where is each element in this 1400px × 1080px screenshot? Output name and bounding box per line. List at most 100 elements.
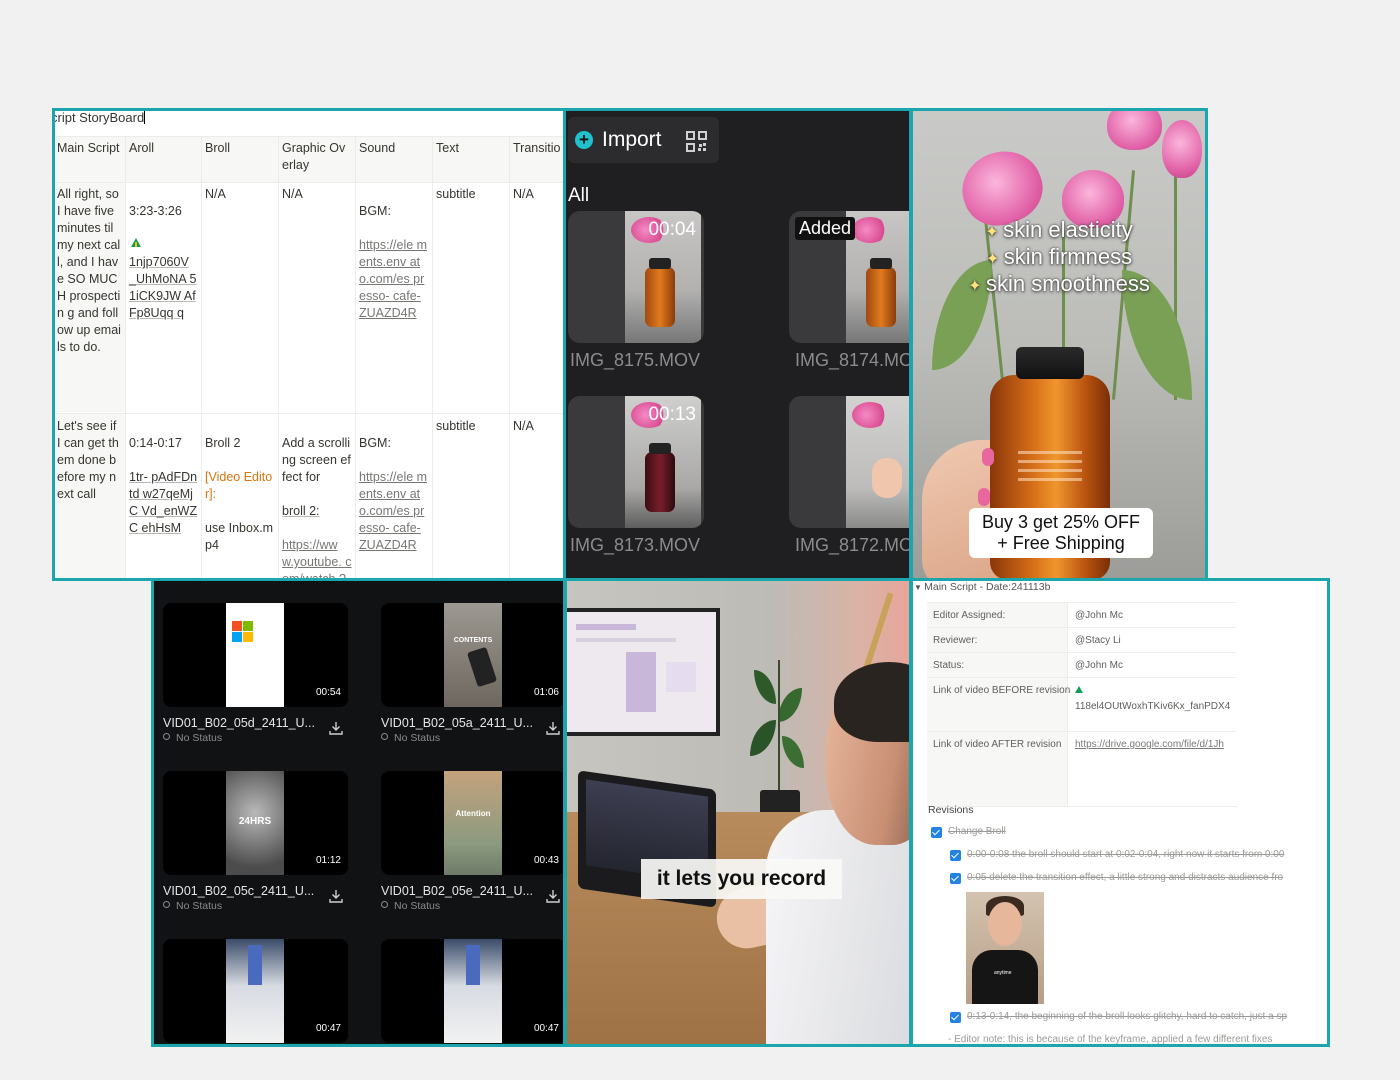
- property-value[interactable]: @John Mc: [1069, 653, 1129, 678]
- editor-note: - Editor note: this is because of the ke…: [948, 1034, 1273, 1044]
- video-title[interactable]: VID01_B02_05a_2411_U...: [381, 716, 533, 730]
- google-drive-icon: [1075, 686, 1083, 693]
- reference-screenshot[interactable]: anytime: [966, 892, 1044, 1004]
- property-value[interactable]: @Stacy Li: [1069, 628, 1127, 653]
- video-status: No Status: [381, 900, 440, 912]
- row2-main-script[interactable]: Let's see if I can get them done before …: [54, 414, 125, 578]
- thumbnail-image: Attention: [444, 771, 502, 875]
- row1-sound[interactable]: BGM: https://ele ments.env ato.com/es pr…: [356, 182, 432, 343]
- storyboard-title[interactable]: cript StoryBoard: [54, 110, 146, 132]
- property-value[interactable]: 118el4OUtWoxhTKiv6Kx_fanPDX4: [1069, 678, 1236, 719]
- column-header-text[interactable]: Text: [433, 136, 509, 182]
- clip-thumbnail[interactable]: 00:04: [568, 211, 704, 343]
- tulip-flower: [1107, 110, 1162, 150]
- clip-filename: IMG_8173.MOV: [570, 535, 701, 555]
- fingernail: [982, 448, 994, 466]
- todo-item[interactable]: 0:13-0:14, the beginning of the broll lo…: [967, 1011, 1287, 1022]
- thumbnail-image: [226, 603, 284, 707]
- import-button[interactable]: + Import: [568, 117, 719, 163]
- checkbox-checked[interactable]: [931, 827, 942, 838]
- clip-filename: IMG_8172.MO: [795, 535, 910, 555]
- todo-item[interactable]: 0:00-0:08 the broll should start at 0:02…: [967, 849, 1284, 860]
- column-header-main-script[interactable]: Main Script: [54, 136, 125, 182]
- status-circle-icon: [163, 901, 170, 908]
- column-divider: [278, 136, 279, 578]
- row2-sound-link[interactable]: https://ele ments.env ato.com/es presso-…: [359, 469, 429, 554]
- clip-filename: IMG_8175.MOV: [570, 350, 701, 370]
- before-link[interactable]: 118el4OUtWoxhTKiv6Kx_fanPDX4: [1075, 701, 1230, 712]
- row2-broll[interactable]: Broll 2 [Video Editor]: use Inbox.mp4: [202, 414, 278, 575]
- clip-preview: [846, 211, 910, 343]
- filter-all-tab[interactable]: All: [568, 185, 589, 207]
- download-icon[interactable]: [546, 889, 560, 903]
- row2-aroll-link[interactable]: 1tr- pAdFDntd w27qeMjC Vd_enWZC ehHsM: [129, 469, 198, 537]
- video-duration: 01:12: [315, 855, 341, 866]
- row2-broll-instruction: use Inbox.mp4: [205, 521, 274, 552]
- video-thumbnail[interactable]: 24HRS 01:12: [163, 771, 348, 875]
- download-icon[interactable]: [546, 721, 560, 735]
- video-title[interactable]: VID01_B02_05c_2411_U...: [163, 884, 314, 898]
- row2-graphic[interactable]: Add a scrolling screen effect for broll …: [279, 414, 355, 578]
- column-divider: [432, 136, 433, 578]
- video-title[interactable]: VID01_B02_05e_2411_U...: [381, 884, 533, 898]
- fingernail: [978, 488, 990, 506]
- checkbox-checked[interactable]: [950, 1012, 961, 1023]
- column-header-broll[interactable]: Broll: [202, 136, 278, 182]
- column-header-graphic-overlay[interactable]: Graphic Overlay: [279, 136, 355, 182]
- offer-discount: Buy 3 get 25% OFF: [981, 512, 1141, 532]
- clip-thumbnail[interactable]: 00:13: [568, 396, 704, 528]
- checkbox-checked[interactable]: [950, 873, 961, 884]
- row-divider: [54, 413, 564, 414]
- row1-main-script[interactable]: All right, so I have five minutes til my…: [54, 182, 125, 412]
- offer-shipping: + Free Shipping: [997, 533, 1125, 553]
- row1-transition[interactable]: N/A: [510, 182, 564, 207]
- property-row: Reviewer: @Stacy Li: [927, 627, 1237, 652]
- row1-sound-link[interactable]: https://ele ments.env ato.com/es presso-…: [359, 237, 429, 322]
- video-thumbnail[interactable]: 00:47: [163, 939, 348, 1043]
- property-value[interactable]: https://drive.google.com/file/d/1Jh: [1069, 732, 1230, 757]
- download-icon[interactable]: [329, 721, 343, 735]
- row-divider: [54, 136, 564, 137]
- video-thumbnail[interactable]: 00:47: [381, 939, 564, 1043]
- storyboard-table: cript StoryBoard Main Script Aroll Broll…: [54, 110, 564, 578]
- clip-thumbnail[interactable]: [789, 396, 910, 528]
- status-circle-icon: [381, 901, 388, 908]
- tulip-flower: [1162, 120, 1202, 178]
- video-thumbnail[interactable]: 00:54: [163, 603, 348, 707]
- row1-broll[interactable]: N/A: [202, 182, 278, 207]
- download-icon[interactable]: [329, 889, 343, 903]
- clip-thumbnail[interactable]: Added: [789, 211, 910, 343]
- todo-item[interactable]: Change Broll: [948, 826, 1006, 837]
- video-status: No Status: [381, 732, 440, 744]
- video-title[interactable]: VID01_B02_05d_2411_U...: [163, 716, 315, 730]
- video-thumbnail[interactable]: Attention 00:43: [381, 771, 564, 875]
- clip-duration: 00:04: [648, 219, 696, 240]
- property-value[interactable]: @John Mc: [1069, 603, 1129, 628]
- row2-transition[interactable]: N/A: [510, 414, 564, 439]
- row1-aroll-time: 3:23-3:26: [129, 204, 182, 218]
- property-key: Link of video BEFORE revision: [927, 678, 1070, 731]
- checkbox-checked[interactable]: [950, 850, 961, 861]
- video-frame: it lets you record: [566, 580, 910, 1044]
- row2-aroll[interactable]: 0:14-0:17 1tr- pAdFDntd w27qeMjC Vd_enWZ…: [126, 414, 201, 558]
- thumbnail-overlay-text: 24HRS: [238, 816, 272, 827]
- column-header-transition[interactable]: Transitio: [510, 136, 564, 182]
- row2-sound[interactable]: BGM: https://ele ments.env ato.com/es pr…: [356, 414, 432, 575]
- thumbnail-overlay-text: CONTENTS: [453, 637, 493, 644]
- row1-text[interactable]: subtitle: [433, 182, 509, 207]
- row2-graphic-link[interactable]: https://ww w.youtube. com/watch ?: [282, 537, 352, 578]
- row2-text[interactable]: subtitle: [433, 414, 509, 439]
- row1-graphic[interactable]: N/A: [279, 182, 355, 207]
- video-thumbnail[interactable]: CONTENTS 01:06: [381, 603, 564, 707]
- row-divider: [54, 182, 564, 183]
- column-divider: [125, 136, 126, 578]
- row2-broll-editor-tag: [Video Editor]:: [205, 470, 273, 501]
- row1-aroll[interactable]: 3:23-3:26 1njp7060V _UhMoNA 51iCK9JW AfF…: [126, 182, 201, 343]
- column-header-aroll[interactable]: Aroll: [126, 136, 201, 182]
- row1-aroll-link[interactable]: 1njp7060V _UhMoNA 51iCK9JW AfFp8Uqq q: [129, 254, 198, 322]
- toggle-section[interactable]: ▼ Main Script - Date:241113b: [914, 581, 1050, 593]
- column-header-sound[interactable]: Sound: [356, 136, 432, 182]
- todo-item[interactable]: 0:05 delete the transition effect, a lit…: [967, 872, 1283, 883]
- status-circle-icon: [381, 733, 388, 740]
- qr-code-icon[interactable]: [686, 131, 707, 152]
